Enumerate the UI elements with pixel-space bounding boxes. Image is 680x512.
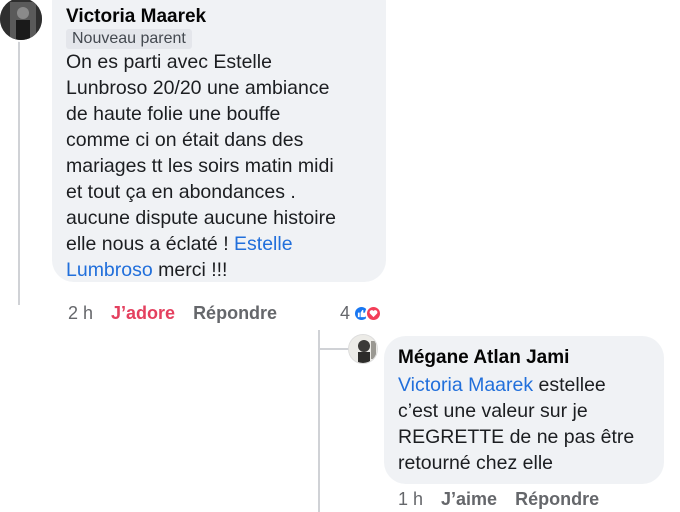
reply-connector-elbow [318,348,350,350]
author-badge: Nouveau parent [66,29,192,49]
comment-line: elle nous a éclaté ! [66,233,235,255]
mention-link[interactable]: Estelle [234,233,293,255]
reaction-count: 4 [340,303,351,323]
comment-actions: 2 h J’adore Répondre [68,303,277,324]
comment-text: On es parti avec Estelle Lunbroso 20/20 … [66,49,336,283]
reply-line: c’est une valeur sur je [398,400,588,422]
comment-line: On es parti avec Estelle [66,51,272,73]
comment-line: aucune dispute aucune histoire [66,207,336,229]
comment-line: merci !!! [152,259,228,281]
mention-link[interactable]: Lumbroso [66,259,153,281]
thread-connector-line [18,0,20,305]
mention-link[interactable]: Victoria Maarek [398,374,533,396]
love-icon [365,305,383,322]
comment-line: comme ci on était dans des [66,129,304,151]
reply-line: retourné chez elle [398,452,554,474]
profile-photo-icon [349,335,377,363]
avatar[interactable] [0,0,44,42]
reply-button[interactable]: Répondre [193,303,277,324]
reply-line: estellee [533,374,606,396]
love-button[interactable]: J’adore [111,303,175,324]
like-button[interactable]: J’aime [441,489,497,510]
comment-timestamp[interactable]: 2 h [68,303,93,324]
comment-line: mariages tt les soirs matin midi [66,155,334,177]
reply-author[interactable]: Mégane Atlan Jami [398,347,569,369]
reply-avatar[interactable] [348,334,378,364]
comment-line: Lunbroso 20/20 une ambiance [66,77,330,99]
comment-line: de haute folie une bouffe [66,103,281,125]
reply-connector-line [318,330,320,512]
comment-author[interactable]: Victoria Maarek [66,6,206,28]
reply-timestamp[interactable]: 1 h [398,489,423,510]
profile-photo-icon [0,0,42,40]
reply-button[interactable]: Répondre [515,489,599,510]
reply-line: REGRETTE de ne pas être [398,426,635,448]
reaction-summary[interactable]: 4 [340,303,383,324]
reply-actions: 1 h J’aime Répondre [398,489,599,510]
reply-text: Victoria Maarek estellee c’est une valeu… [398,372,634,476]
comment-line: et tout ça en abondances . [66,181,296,203]
